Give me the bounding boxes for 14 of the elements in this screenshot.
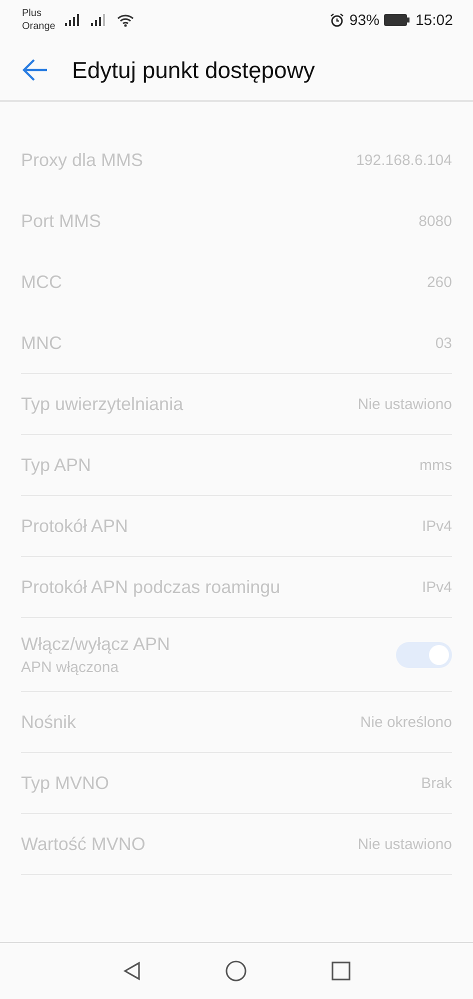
- alarm-icon: [330, 13, 344, 27]
- wifi-icon: [117, 14, 134, 26]
- clock-time: 15:02: [415, 12, 453, 28]
- signal-icon: [65, 14, 82, 26]
- home-nav-icon[interactable]: [225, 960, 248, 982]
- back-nav-icon[interactable]: [122, 961, 142, 981]
- recents-nav-icon[interactable]: [331, 961, 352, 981]
- signal-icon: [91, 14, 108, 26]
- battery-icon: [384, 14, 410, 26]
- screen-title: Edytuj punkt dostępowy: [72, 56, 315, 84]
- back-arrow-icon[interactable]: [22, 59, 48, 81]
- battery-percent: 93%: [349, 12, 380, 28]
- carrier-name: Orange: [22, 20, 56, 33]
- carrier-name: Plus: [22, 7, 42, 20]
